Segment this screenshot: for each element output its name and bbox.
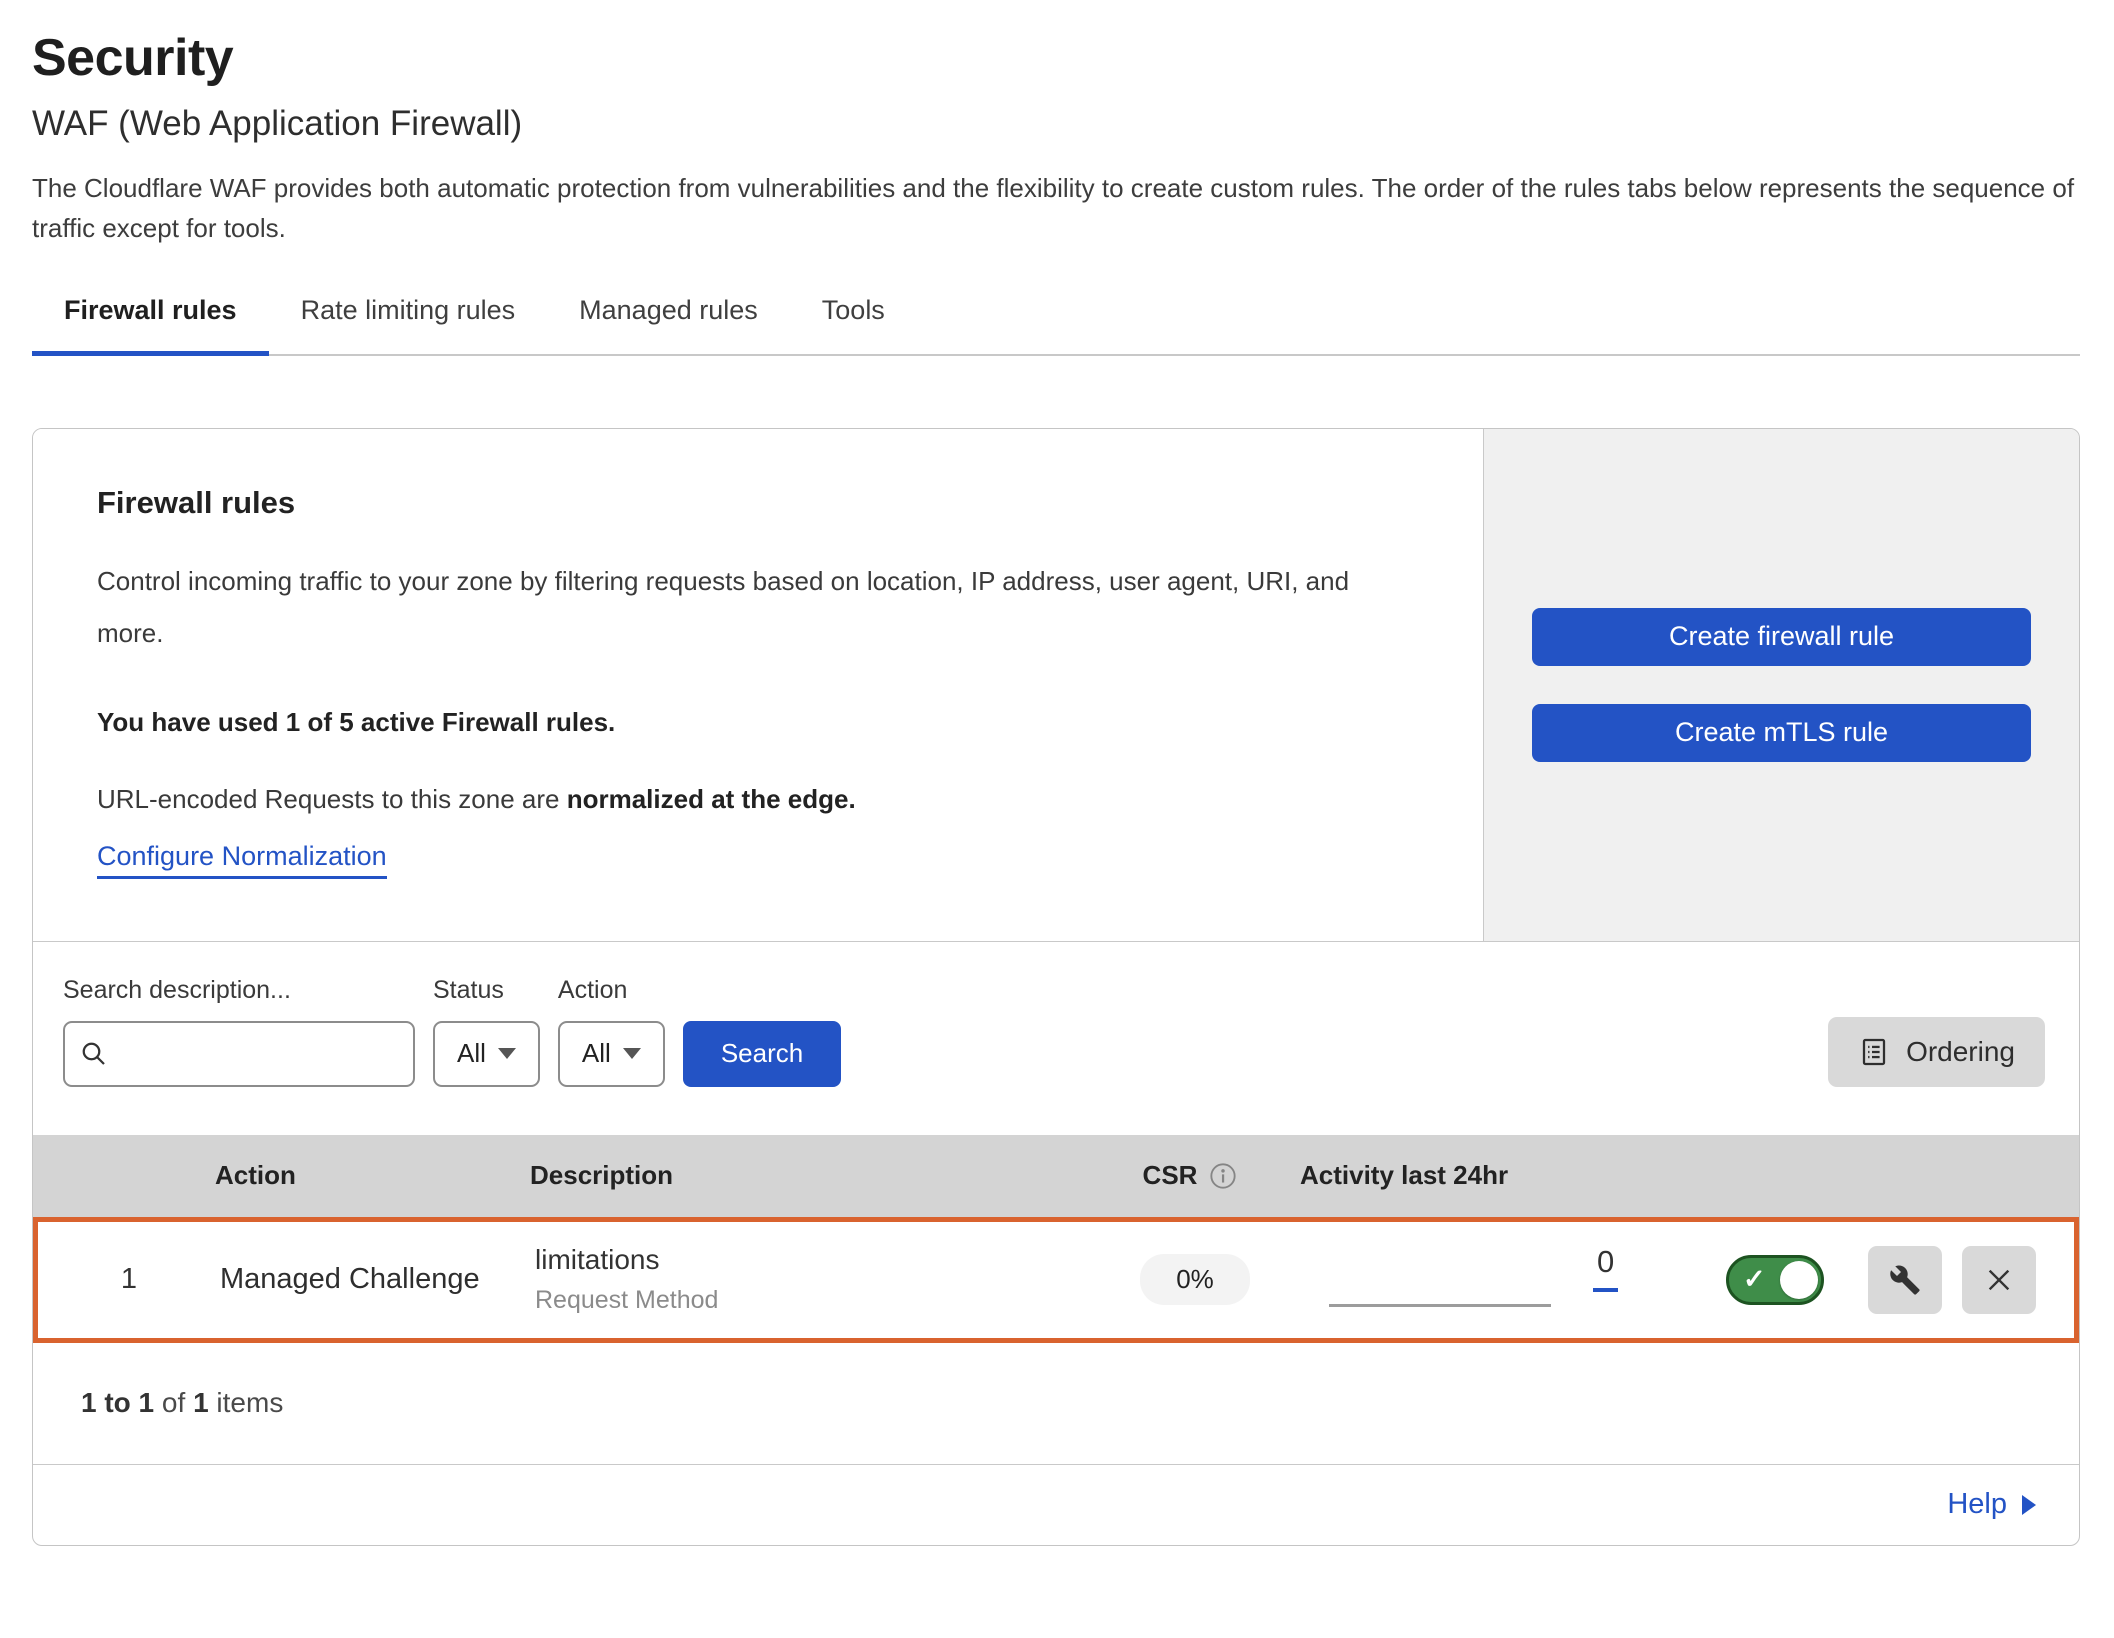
help-row: Help <box>33 1465 2079 1545</box>
configure-normalization-link[interactable]: Configure Normalization <box>97 841 387 879</box>
header-action: Action <box>215 1160 530 1191</box>
toggle-knob <box>1780 1261 1818 1299</box>
search-button[interactable]: Search <box>683 1021 841 1087</box>
status-label: Status <box>433 976 540 1005</box>
items-range: 1 to 1 <box>81 1387 154 1419</box>
search-field: Search description... <box>63 976 415 1087</box>
close-icon <box>1983 1264 2015 1296</box>
rule-enabled-toggle[interactable]: ✓ <box>1726 1255 1824 1305</box>
action-select[interactable]: All <box>558 1021 665 1087</box>
status-select-value: All <box>457 1038 486 1069</box>
firewall-rule-row[interactable]: 1 Managed Challenge limitations Request … <box>33 1217 2079 1343</box>
header-description: Description <box>530 1160 1080 1191</box>
activity-sparkline <box>1329 1304 1551 1307</box>
info-icon[interactable] <box>1209 1162 1237 1190</box>
create-mtls-rule-button[interactable]: Create mTLS rule <box>1532 704 2031 762</box>
tab-rate-limiting-rules[interactable]: Rate limiting rules <box>269 289 548 354</box>
firewall-rules-card: Firewall rules Control incoming traffic … <box>32 428 2080 1546</box>
table-footer: 1 to 1 of 1 items <box>33 1343 2079 1465</box>
usage-summary: You have used 1 of 5 active Firewall rul… <box>97 707 1413 738</box>
firewall-rules-info: Firewall rules Control incoming traffic … <box>33 429 1483 941</box>
create-firewall-rule-button[interactable]: Create firewall rule <box>1532 608 2031 666</box>
rules-tab-bar: Firewall rules Rate limiting rules Manag… <box>32 289 2080 356</box>
tab-firewall-rules[interactable]: Firewall rules <box>32 289 269 354</box>
search-input-box[interactable] <box>63 1021 415 1087</box>
activity-count-link[interactable]: 0 <box>1593 1244 1618 1292</box>
rule-action: Managed Challenge <box>220 1263 535 1296</box>
help-link-label: Help <box>1947 1488 2007 1521</box>
search-input[interactable] <box>119 1023 441 1085</box>
check-icon: ✓ <box>1743 1263 1766 1294</box>
ordering-button[interactable]: Ordering <box>1828 1017 2045 1087</box>
action-label: Action <box>558 976 665 1005</box>
action-select-value: All <box>582 1038 611 1069</box>
rule-activity-cell: 0 <box>1305 1222 1665 1338</box>
wrench-icon <box>1889 1264 1921 1296</box>
rule-description: limitations <box>535 1244 1085 1276</box>
rule-description-cell: limitations Request Method <box>535 1244 1085 1315</box>
help-link[interactable]: Help <box>1947 1488 2037 1521</box>
csr-badge: 0% <box>1140 1254 1250 1305</box>
chevron-down-icon <box>498 1048 516 1059</box>
delete-rule-button[interactable] <box>1962 1246 2036 1314</box>
edit-rule-button[interactable] <box>1868 1246 1942 1314</box>
search-label: Search description... <box>63 976 415 1005</box>
page-subtitle: WAF (Web Application Firewall) <box>32 104 2080 144</box>
ordering-button-label: Ordering <box>1906 1036 2015 1068</box>
status-select[interactable]: All <box>433 1021 540 1087</box>
items-count: 1 <box>193 1387 209 1419</box>
page-title: Security <box>32 28 2080 88</box>
filter-row: Search description... Status All <box>33 942 2079 1135</box>
card-top-section: Firewall rules Control incoming traffic … <box>33 429 2079 942</box>
rule-description-sub: Request Method <box>535 1286 1085 1315</box>
page-description: The Cloudflare WAF provides both automat… <box>32 168 2080 249</box>
status-filter-field: Status All <box>433 976 540 1087</box>
actions-panel: Create firewall rule Create mTLS rule <box>1483 429 2079 941</box>
header-activity: Activity last 24hr <box>1300 1160 1660 1191</box>
rule-priority: 1 <box>121 1263 137 1296</box>
header-csr: CSR <box>1143 1160 1238 1191</box>
tab-managed-rules[interactable]: Managed rules <box>547 289 790 354</box>
search-icon <box>79 1039 109 1069</box>
card-heading: Firewall rules <box>97 485 1413 521</box>
tab-tools[interactable]: Tools <box>790 289 917 354</box>
security-waf-page: Security WAF (Web Application Firewall) … <box>0 0 2114 1546</box>
rule-csr-cell: 0% <box>1140 1254 1250 1305</box>
action-filter-field: Action All <box>558 976 665 1087</box>
card-description: Control incoming traffic to your zone by… <box>97 555 1387 659</box>
table-header-row: Action Description CSR Activity last 24h… <box>33 1135 2079 1217</box>
chevron-down-icon <box>623 1048 641 1059</box>
normalization-note: URL-encoded Requests to this zone are no… <box>97 784 1413 815</box>
ordering-list-icon <box>1858 1036 1890 1068</box>
arrow-right-icon <box>2021 1494 2037 1516</box>
rule-controls: ✓ <box>1665 1246 2074 1314</box>
